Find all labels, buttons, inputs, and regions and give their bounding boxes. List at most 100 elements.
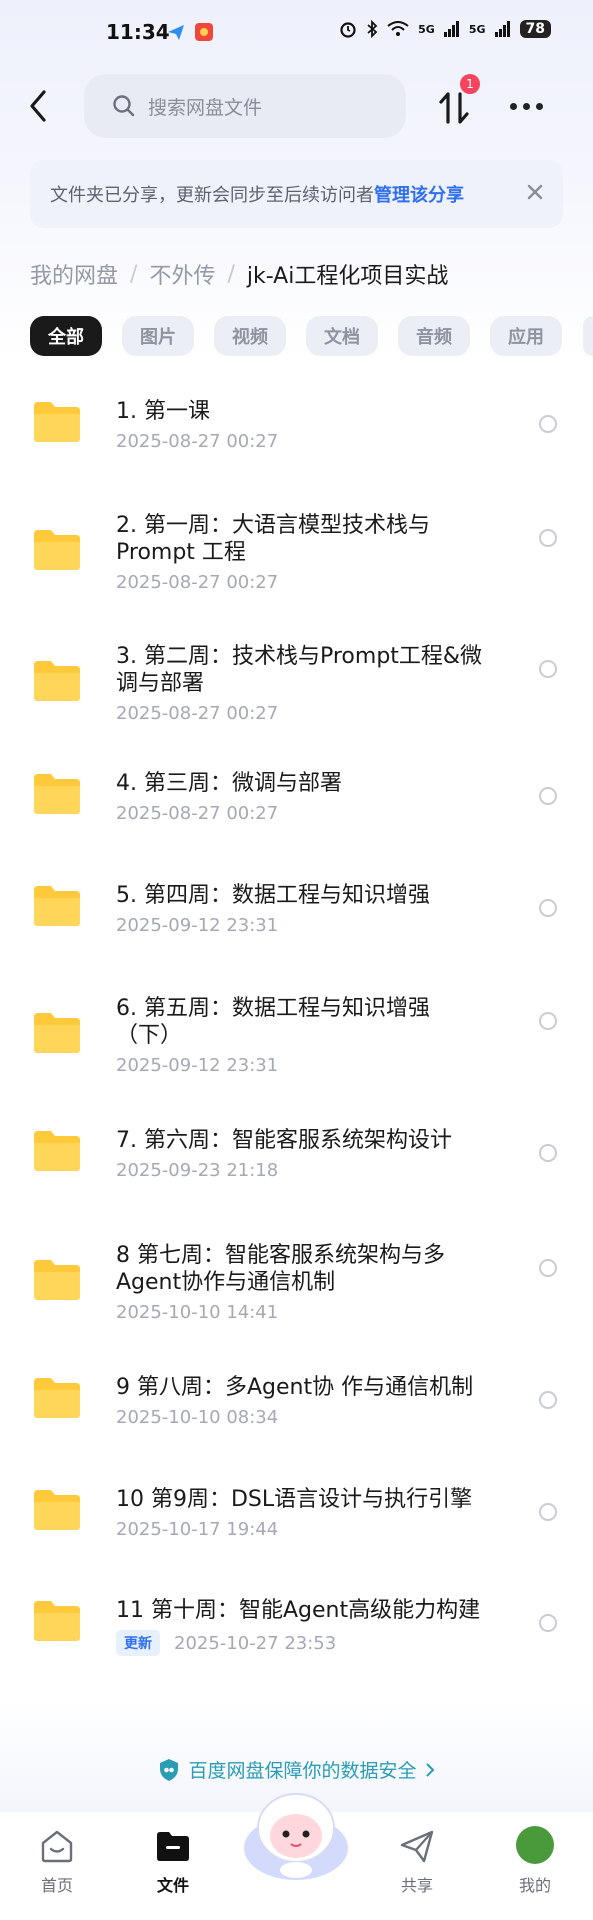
send-app-icon <box>168 25 184 40</box>
file-meta: 2025-10-10 14:41 <box>116 1302 278 1323</box>
transfer-badge: 1 <box>460 74 480 94</box>
file-name: 6. 第五周：数据工程与知识增强 （下） <box>116 995 511 1049</box>
folder-icon <box>34 886 80 926</box>
transfer-icon[interactable] <box>438 88 472 128</box>
folder-icon <box>34 1490 80 1530</box>
file-name: 1. 第一课 <box>116 398 511 425</box>
breadcrumb-separator: / <box>227 261 235 287</box>
home-icon <box>41 1830 73 1863</box>
nav-files[interactable]: 文件 <box>128 1826 218 1896</box>
file-meta: 2025-09-12 23:31 <box>116 1055 278 1076</box>
file-date: 2025-10-10 14:41 <box>116 1302 279 1323</box>
select-checkbox[interactable] <box>539 787 557 805</box>
file-name: 2. 第一周：大语言模型技术栈与 Prompt 工程 <box>116 512 511 566</box>
nav-share-label: 共享 <box>400 1876 433 1895</box>
filter-chip-overflow[interactable] <box>583 316 593 356</box>
file-date: 2025-09-12 23:31 <box>116 915 279 936</box>
filter-chip-apps[interactable]: 应用 <box>490 316 562 356</box>
close-icon[interactable] <box>525 182 545 202</box>
filter-chip-images[interactable]: 图片 <box>122 316 194 356</box>
file-name-line: 8 第七周：智能客服系统架构与多 <box>116 1243 445 1268</box>
wifi-icon <box>387 21 409 36</box>
signal-bars-icon <box>443 21 459 37</box>
filter-chip-documents[interactable]: 文档 <box>306 316 378 356</box>
signal-label-1: 5G <box>418 22 435 36</box>
mascot-button[interactable] <box>236 1778 356 1888</box>
nav-files-label: 文件 <box>156 1876 189 1895</box>
folder-icon <box>34 402 80 442</box>
file-date: 2025-10-10 08:34 <box>116 1407 279 1428</box>
filter-chip-videos[interactable]: 视频 <box>214 316 286 356</box>
file-name-line: Prompt 工程 <box>116 540 246 565</box>
file-date: 2025-10-27 23:53 <box>174 1632 337 1654</box>
status-bar: 11:34 5G 5G 78 <box>0 0 593 66</box>
file-date: 2025-08-27 00:27 <box>116 431 279 452</box>
breadcrumb-item-my-disk[interactable]: 我的网盘 <box>30 258 118 290</box>
search-placeholder: 搜索网盘文件 <box>148 96 263 119</box>
paper-plane-icon <box>400 1830 434 1863</box>
file-name-line: 1. 第一课 <box>116 399 210 424</box>
file-date: 2025-08-27 00:27 <box>116 803 279 824</box>
status-right-icons: 5G 5G 78 <box>339 20 551 38</box>
back-icon[interactable] <box>22 86 58 126</box>
select-checkbox[interactable] <box>539 1614 557 1632</box>
file-name-line: 6. 第五周：数据工程与知识增强 <box>116 996 430 1021</box>
file-date: 2025-09-23 21:18 <box>116 1160 279 1181</box>
file-name-line: 7. 第六周：智能客服系统架构设计 <box>116 1128 452 1153</box>
file-name-line: 9 第八周：多Agent协 作与通信机制 <box>116 1375 474 1400</box>
folder-icon <box>157 1832 189 1861</box>
folder-icon <box>34 1378 80 1418</box>
file-date: 2025-10-17 19:44 <box>116 1519 279 1540</box>
file-name: 4. 第三周：微调与部署 <box>116 770 511 797</box>
file-name-line: 2. 第一周：大语言模型技术栈与 <box>116 513 430 538</box>
select-checkbox[interactable] <box>539 1391 557 1409</box>
search-input[interactable]: 搜索网盘文件 <box>84 74 406 138</box>
file-meta: 2025-08-27 00:27 <box>116 703 278 724</box>
file-name: 8 第七周：智能客服系统架构与多 Agent协作与通信机制 <box>116 1242 511 1296</box>
avatar <box>516 1826 554 1864</box>
select-checkbox[interactable] <box>539 1259 557 1277</box>
file-meta: 2025-08-27 00:27 <box>116 431 278 452</box>
updated-badge: 更新 <box>116 1630 160 1656</box>
nav-share[interactable]: 共享 <box>372 1826 462 1896</box>
file-name: 10 第9周：DSL语言设计与执行引擎 <box>116 1486 511 1513</box>
select-checkbox[interactable] <box>539 1503 557 1521</box>
nav-mine[interactable]: 我的 <box>490 1826 580 1896</box>
file-name-line: 11 第十周：智能Agent高级能力构建 <box>116 1598 481 1623</box>
file-name: 11 第十周：智能Agent高级能力构建 <box>116 1597 511 1624</box>
select-checkbox[interactable] <box>539 1144 557 1162</box>
nav-home-label: 首页 <box>40 1876 73 1895</box>
folder-icon <box>34 1131 80 1171</box>
manage-share-link[interactable]: 管理该分享 <box>374 181 464 207</box>
select-checkbox[interactable] <box>539 415 557 433</box>
file-meta: 2025-10-17 19:44 <box>116 1519 278 1540</box>
file-name-line: 调与部署 <box>116 671 205 696</box>
nav-mine-label: 我的 <box>518 1876 551 1895</box>
file-name: 3. 第二周：技术栈与Prompt工程&微 调与部署 <box>116 643 511 697</box>
select-checkbox[interactable] <box>539 660 557 678</box>
select-checkbox[interactable] <box>539 1012 557 1030</box>
select-checkbox[interactable] <box>539 899 557 917</box>
share-banner: 文件夹已分享，更新会同步至后续访问者 管理该分享 <box>30 160 563 228</box>
signal-label-2: 5G <box>468 22 486 36</box>
folder-icon <box>34 530 80 570</box>
status-notification-icons <box>166 22 214 42</box>
file-meta: 2025-08-27 00:27 <box>116 572 278 593</box>
file-name: 7. 第六周：智能客服系统架构设计 <box>116 1127 511 1154</box>
select-checkbox[interactable] <box>539 529 557 547</box>
filter-chip-audio[interactable]: 音频 <box>398 316 470 356</box>
header: 搜索网盘文件 1 <box>0 74 593 138</box>
nav-home[interactable]: 首页 <box>12 1826 102 1896</box>
file-date: 2025-08-27 00:27 <box>116 572 279 593</box>
file-name: 9 第八周：多Agent协 作与通信机制 <box>116 1374 511 1401</box>
filter-chip-all[interactable]: 全部 <box>30 316 102 356</box>
alarm-icon <box>340 22 356 38</box>
file-name-line: Agent协作与通信机制 <box>116 1270 336 1295</box>
bluetooth-icon <box>367 20 378 38</box>
breadcrumb-item-folder[interactable]: 不外传 <box>149 258 215 290</box>
folder-icon <box>34 1013 80 1053</box>
status-time: 11:34 <box>106 20 170 44</box>
file-date: 2025-08-27 00:27 <box>116 703 279 724</box>
file-meta: 2025-09-23 21:18 <box>116 1160 278 1181</box>
more-icon[interactable] <box>510 96 552 116</box>
